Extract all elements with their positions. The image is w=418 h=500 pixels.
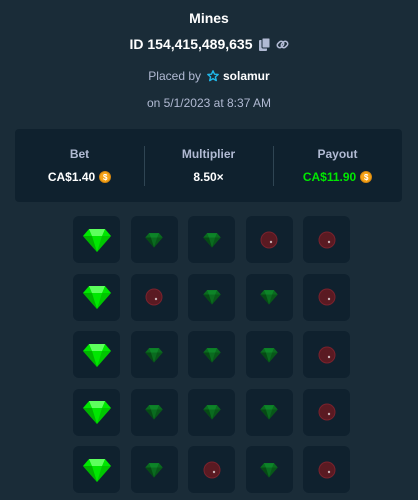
gem-icon xyxy=(259,460,279,480)
mine-icon xyxy=(144,287,164,307)
payout-amount: CA$11.90 $ xyxy=(302,170,373,184)
mine-icon xyxy=(317,345,337,365)
payout-value: CA$11.90 xyxy=(302,170,357,184)
placed-by-label: Placed by xyxy=(148,69,201,83)
link-icon[interactable] xyxy=(275,38,289,51)
bet-id: ID 154,415,489,635 xyxy=(129,36,253,52)
mine-tile[interactable] xyxy=(188,331,235,378)
mine-icon xyxy=(317,230,337,250)
mine-icon xyxy=(259,230,279,250)
gem-icon xyxy=(202,402,222,422)
mine-tile[interactable] xyxy=(130,273,178,321)
payout-label: Payout xyxy=(317,147,358,161)
coin-icon: $ xyxy=(99,171,112,183)
mine-tile[interactable] xyxy=(73,446,120,493)
mine-tile[interactable] xyxy=(245,446,293,493)
gem-icon xyxy=(81,339,113,371)
payout-stat: Payout CA$11.90 $ xyxy=(273,129,402,202)
gem-icon xyxy=(81,224,113,256)
mine-tile[interactable] xyxy=(73,331,120,378)
mine-tile[interactable] xyxy=(130,446,178,493)
mine-tile[interactable] xyxy=(303,331,350,378)
mine-tile[interactable] xyxy=(245,388,293,436)
mine-tile[interactable] xyxy=(303,388,350,436)
multiplier-stat: Multiplier 8.50× xyxy=(144,129,273,202)
mine-tile[interactable] xyxy=(73,388,120,436)
game-title: Mines xyxy=(189,10,229,26)
gem-icon xyxy=(259,402,279,422)
gem-icon xyxy=(202,345,222,365)
gem-icon xyxy=(81,396,113,428)
gem-icon xyxy=(81,454,113,486)
bet-amount: CA$1.40 $ xyxy=(47,170,112,184)
mine-icon xyxy=(202,460,222,480)
gem-icon xyxy=(144,345,164,365)
gem-icon xyxy=(144,460,164,480)
bet-value: CA$1.40 xyxy=(47,170,96,184)
mine-tile[interactable] xyxy=(303,446,350,493)
copy-icon[interactable] xyxy=(258,37,270,51)
bet-id-row: ID 154,415,489,635 xyxy=(0,36,418,52)
username-link[interactable]: solamur xyxy=(223,69,270,83)
coin-icon: $ xyxy=(360,171,373,183)
gem-icon xyxy=(81,281,113,313)
bet-date: on 5/1/2023 at 8:37 AM xyxy=(146,96,272,110)
placed-by-row: Placed by solamur xyxy=(0,69,418,83)
mine-tile[interactable] xyxy=(303,273,350,321)
mine-tile[interactable] xyxy=(245,331,293,378)
gem-icon xyxy=(202,230,222,250)
mine-icon xyxy=(317,402,337,422)
mine-tile[interactable] xyxy=(73,273,120,321)
mine-tile[interactable] xyxy=(188,446,235,493)
vip-star-icon xyxy=(207,70,219,82)
mine-icon xyxy=(317,460,337,480)
mine-tile[interactable] xyxy=(130,216,178,263)
multiplier-label: Multiplier xyxy=(181,147,236,161)
mine-tile[interactable] xyxy=(188,388,235,436)
gem-icon xyxy=(259,287,279,307)
bet-stat: Bet CA$1.40 $ xyxy=(15,129,144,202)
mine-tile[interactable] xyxy=(188,216,235,263)
mine-tile[interactable] xyxy=(130,388,178,436)
mine-tile[interactable] xyxy=(245,273,293,321)
gem-icon xyxy=(259,345,279,365)
gem-icon xyxy=(144,230,164,250)
bet-stats-panel: Bet CA$1.40 $ Multiplier 8.50× Payout CA… xyxy=(15,129,402,202)
gem-icon xyxy=(202,287,222,307)
mine-tile[interactable] xyxy=(188,273,235,321)
mine-tile[interactable] xyxy=(303,216,350,263)
bet-label: Bet xyxy=(69,147,90,161)
multiplier-value: 8.50× xyxy=(193,170,224,184)
mine-tile[interactable] xyxy=(245,216,293,263)
mine-icon xyxy=(317,287,337,307)
gem-icon xyxy=(144,402,164,422)
mine-tile[interactable] xyxy=(73,216,120,263)
mine-tile[interactable] xyxy=(130,331,178,378)
